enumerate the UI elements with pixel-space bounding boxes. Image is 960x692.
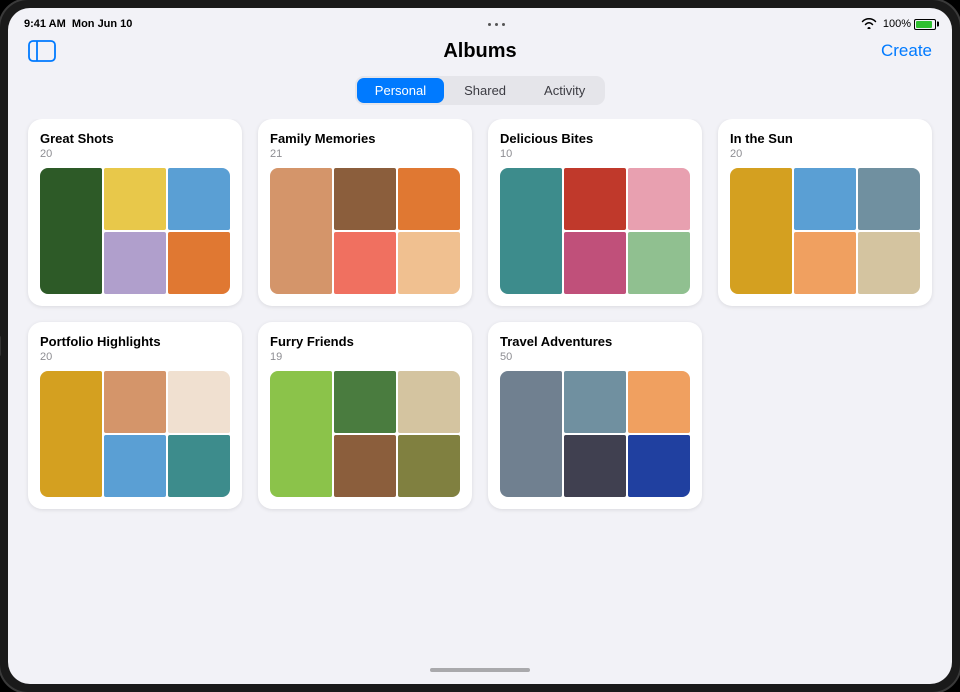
tab-activity[interactable]: Activity	[526, 78, 603, 103]
battery-percent: 100%	[883, 18, 911, 30]
segmented-bar: Personal Shared Activity	[8, 76, 952, 105]
sidebar-toggle-button[interactable]	[28, 40, 56, 62]
thumb	[40, 168, 102, 294]
album-count: 50	[500, 351, 690, 363]
album-thumb-grid	[500, 168, 690, 294]
thumb	[334, 435, 396, 497]
album-thumb-grid	[270, 371, 460, 497]
thumb	[398, 435, 460, 497]
album-count: 20	[40, 148, 230, 160]
album-thumb-grid	[270, 168, 460, 294]
albums-container: Great Shots 20 Family Memories 21	[8, 119, 952, 684]
album-thumb-grid	[40, 371, 230, 497]
thumb	[104, 232, 166, 294]
album-title: Furry Friends	[270, 334, 460, 349]
thumb	[270, 371, 332, 497]
battery-fill	[916, 21, 932, 28]
thumb	[104, 371, 166, 433]
album-delicious-bites[interactable]: Delicious Bites 10	[488, 119, 702, 306]
thumb	[730, 168, 792, 294]
status-bar: 9:41 AM Mon Jun 10 100%	[8, 8, 952, 36]
album-title: Great Shots	[40, 131, 230, 146]
album-travel-adventures[interactable]: Travel Adventures 50	[488, 322, 702, 509]
thumb	[858, 168, 920, 230]
thumb	[794, 232, 856, 294]
home-indicator[interactable]	[430, 668, 530, 672]
album-great-shots[interactable]: Great Shots 20	[28, 119, 242, 306]
thumb	[168, 371, 230, 433]
battery-icon	[914, 19, 936, 30]
album-count: 10	[500, 148, 690, 160]
thumb	[858, 232, 920, 294]
thumb	[168, 168, 230, 230]
thumb	[398, 168, 460, 230]
thumb	[564, 371, 626, 433]
album-family-memories[interactable]: Family Memories 21	[258, 119, 472, 306]
thumb	[334, 168, 396, 230]
thumb	[104, 435, 166, 497]
album-title: Delicious Bites	[500, 131, 690, 146]
page-title: Albums	[443, 40, 516, 63]
status-right: 100%	[861, 17, 936, 32]
album-count: 20	[40, 351, 230, 363]
thumb	[334, 371, 396, 433]
thumb	[334, 232, 396, 294]
thumb	[628, 168, 690, 230]
albums-grid: Great Shots 20 Family Memories 21	[28, 119, 932, 509]
tab-group: Personal Shared Activity	[355, 76, 605, 105]
album-title: Portfolio Highlights	[40, 334, 230, 349]
album-count: 21	[270, 148, 460, 160]
thumb	[168, 232, 230, 294]
dot2	[495, 23, 498, 26]
album-title: In the Sun	[730, 131, 920, 146]
album-portfolio-highlights[interactable]: Portfolio Highlights 20	[28, 322, 242, 509]
side-indicator[interactable]	[0, 336, 1, 356]
thumb	[628, 232, 690, 294]
thumb	[270, 168, 332, 294]
battery-container: 100%	[883, 18, 936, 30]
album-title: Travel Adventures	[500, 334, 690, 349]
thumb	[398, 232, 460, 294]
thumb	[40, 371, 102, 497]
thumb	[564, 168, 626, 230]
thumb	[398, 371, 460, 433]
wifi-icon	[861, 17, 877, 32]
thumb	[104, 168, 166, 230]
thumb	[500, 168, 562, 294]
album-title: Family Memories	[270, 131, 460, 146]
dot3	[502, 23, 505, 26]
album-furry-friends[interactable]: Furry Friends 19	[258, 322, 472, 509]
create-button[interactable]: Create	[881, 41, 932, 61]
thumb	[564, 435, 626, 497]
dot1	[488, 23, 491, 26]
tab-personal[interactable]: Personal	[357, 78, 444, 103]
status-center-dots	[488, 23, 505, 26]
thumb	[794, 168, 856, 230]
nav-bar: Albums Create	[8, 36, 952, 70]
album-thumb-grid	[730, 168, 920, 294]
album-in-the-sun[interactable]: In the Sun 20	[718, 119, 932, 306]
album-count: 19	[270, 351, 460, 363]
album-thumb-grid	[40, 168, 230, 294]
ipad-frame: 9:41 AM Mon Jun 10 100%	[0, 0, 960, 692]
thumb	[168, 435, 230, 497]
screen: 9:41 AM Mon Jun 10 100%	[8, 8, 952, 684]
thumb	[628, 435, 690, 497]
thumb	[500, 371, 562, 497]
tab-shared[interactable]: Shared	[446, 78, 524, 103]
status-time-date: 9:41 AM Mon Jun 10	[24, 18, 132, 30]
album-count: 20	[730, 148, 920, 160]
thumb	[564, 232, 626, 294]
thumb	[628, 371, 690, 433]
album-thumb-grid	[500, 371, 690, 497]
